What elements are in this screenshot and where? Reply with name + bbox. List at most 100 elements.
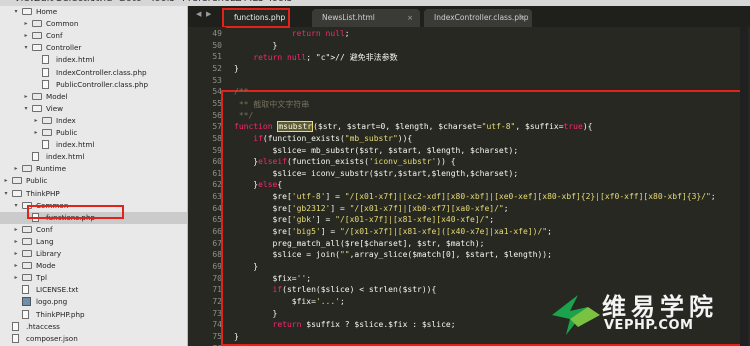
tree-item[interactable]: ▸ Conf xyxy=(0,30,187,42)
line-number: 56 xyxy=(212,110,222,120)
chevron-down-icon[interactable]: ▾ xyxy=(12,6,20,18)
tree-item[interactable]: ▸ Lang xyxy=(0,236,187,248)
selected-file-highlight-box xyxy=(27,205,124,219)
line-number: 73 xyxy=(212,308,222,318)
tree-item[interactable]: .htaccess xyxy=(0,321,187,333)
code-line[interactable]: $slice = join("",array_slice($match[0], … xyxy=(234,250,552,259)
code-line[interactable]: $fix='...'; xyxy=(234,297,345,306)
tree-item[interactable]: ▸ Runtime xyxy=(0,163,187,175)
tree-item[interactable]: index.html xyxy=(0,151,187,163)
tree-item[interactable]: ▸ Common xyxy=(0,18,187,30)
chevron-right-icon[interactable]: ▸ xyxy=(22,91,30,103)
chevron-right-icon[interactable]: ▸ xyxy=(12,248,20,260)
code-line[interactable]: $slice= iconv_substr($str,$start,$length… xyxy=(234,169,519,178)
menu-item[interactable]: HTML5 Tools xyxy=(230,0,292,4)
tree-item[interactable]: index.html xyxy=(0,54,187,66)
tree-item[interactable]: ▾ ThinkPHP xyxy=(0,188,187,200)
menu-item[interactable]: Tools xyxy=(150,0,175,4)
watermark-chinese-text: 维易学院 xyxy=(602,293,718,321)
code-line[interactable]: if(strlen($slice) < strlen($str)){ xyxy=(234,285,437,294)
folder-icon xyxy=(22,237,32,245)
tree-item[interactable]: ▾ Controller xyxy=(0,42,187,54)
chevron-right-icon[interactable]: ▸ xyxy=(12,224,20,236)
code-line[interactable]: return null; "c">// 避免非法参数 xyxy=(234,52,397,63)
close-icon[interactable]: × xyxy=(519,9,525,27)
code-line[interactable]: $slice= mb_substr($str, $start, $length,… xyxy=(234,146,519,155)
menu-item[interactable]: Find xyxy=(92,0,113,4)
tree-item-label: Index xyxy=(56,115,76,125)
chevron-right-icon[interactable]: ▸ xyxy=(12,163,20,175)
tree-item[interactable]: ▾ View xyxy=(0,103,187,115)
code-line[interactable]: $re['gb2312'] = "/[x01-x7f]|[xb0-xf7][xa… xyxy=(234,204,509,213)
chevron-down-icon[interactable]: ▾ xyxy=(12,200,20,212)
chevron-right-icon[interactable]: ▸ xyxy=(12,272,20,284)
code-line[interactable]: **/ xyxy=(234,111,253,120)
tab-nav-right-icon[interactable]: ▶ xyxy=(206,10,211,18)
tree-item-label: IndexController.class.php xyxy=(56,67,147,77)
menu-item[interactable]: Edit xyxy=(34,0,53,4)
tree-item-label: .htaccess xyxy=(26,321,60,331)
tab-indexcontroller-php[interactable]: IndexController.class.php × xyxy=(424,9,532,27)
tree-item[interactable]: ▸ Conf xyxy=(0,224,187,236)
line-number: 49 xyxy=(212,29,222,38)
chevron-right-icon[interactable]: ▸ xyxy=(22,18,30,30)
code-line[interactable]: return $suffix ? $slice.$fix : $slice; xyxy=(234,320,456,329)
chevron-right-icon[interactable]: ▸ xyxy=(12,260,20,272)
code-line[interactable]: } xyxy=(234,309,278,318)
code-line[interactable]: $re['utf-8'] = "/[x01-x7f]|[xc2-xdf][x80… xyxy=(234,192,716,201)
tree-item[interactable]: ▸ Public xyxy=(0,127,187,139)
code-line[interactable]: }elseif(function_exists('iconv_substr'))… xyxy=(234,157,455,166)
chevron-down-icon[interactable]: ▾ xyxy=(2,188,10,200)
chevron-right-icon[interactable]: ▸ xyxy=(32,127,40,139)
tree-item[interactable]: ▸ Library xyxy=(0,248,187,260)
file-icon xyxy=(12,333,19,343)
tree-item[interactable]: ▸ Public xyxy=(0,175,187,187)
chevron-right-icon[interactable]: ▸ xyxy=(12,236,20,248)
tree-item[interactable]: ▸ Model xyxy=(0,91,187,103)
line-number: 55 xyxy=(212,98,222,108)
tree-item-label: index.html xyxy=(46,152,85,162)
tree-item[interactable]: index.html xyxy=(0,139,187,151)
menu-item[interactable]: Goto xyxy=(118,0,142,4)
tab-newslist-html[interactable]: NewsList.html × xyxy=(312,9,420,27)
tree-item-label: Lang xyxy=(36,236,54,246)
tree-item[interactable]: ▸ Index xyxy=(0,115,187,127)
code-line[interactable]: } xyxy=(234,262,258,271)
tree-item[interactable]: LICENSE.txt xyxy=(0,284,187,296)
tree-item[interactable]: ▾ Home xyxy=(0,6,187,18)
folder-icon xyxy=(42,129,52,136)
code-line[interactable]: }else{ xyxy=(234,180,282,189)
code-line[interactable]: $re['big5'] = "/[x01-x7f]|[x81-xfe]([x40… xyxy=(234,227,552,236)
code-line[interactable]: return null; xyxy=(234,29,350,38)
file-icon xyxy=(42,79,49,89)
code-line[interactable]: } xyxy=(234,64,239,73)
code-line[interactable]: ** 截取中文字符串 xyxy=(234,99,309,110)
tree-item[interactable]: ▸ Mode xyxy=(0,260,187,272)
code-line[interactable]: function msubstr($str, $start=0, $length… xyxy=(234,121,592,133)
code-line[interactable]: } xyxy=(234,332,239,341)
chevron-right-icon[interactable]: ▸ xyxy=(22,30,30,42)
chevron-right-icon[interactable]: ▸ xyxy=(2,175,10,187)
tree-item[interactable]: PublicController.class.php xyxy=(0,79,187,91)
tree-item[interactable]: ThinkPHP.php xyxy=(0,309,187,321)
code-line[interactable]: } xyxy=(234,41,278,50)
chevron-right-icon[interactable]: ▸ xyxy=(32,115,40,127)
tree-item-label: Runtime xyxy=(36,164,67,174)
tree-item-label: Library xyxy=(36,249,62,258)
chevron-down-icon[interactable]: ▾ xyxy=(22,103,30,115)
code-line[interactable]: preg_match_all($re[$charset], $str, $mat… xyxy=(234,239,485,248)
close-icon[interactable]: × xyxy=(407,9,413,27)
code-line[interactable]: /** xyxy=(234,87,248,96)
tree-item[interactable]: ▸ Tpl xyxy=(0,272,187,284)
code-line[interactable]: if(function_exists("mb_substr")){ xyxy=(234,134,412,143)
tree-item[interactable]: logo.png xyxy=(0,296,187,308)
tree-item-label: PublicController.class.php xyxy=(56,79,149,89)
chevron-down-icon[interactable]: ▾ xyxy=(22,42,30,54)
tree-item[interactable]: composer.json xyxy=(0,333,187,345)
code-line[interactable]: $fix=''; xyxy=(234,274,312,283)
tab-nav-left-icon[interactable]: ◀ xyxy=(196,10,201,18)
tree-item-label: logo.png xyxy=(36,297,68,307)
tree-item[interactable]: IndexController.class.php xyxy=(0,67,187,79)
code-line[interactable]: $re['gbk'] = "/[x01-x7f]|[x81-xfe][x40-x… xyxy=(234,215,495,224)
tree-item-label: index.html xyxy=(56,55,95,65)
